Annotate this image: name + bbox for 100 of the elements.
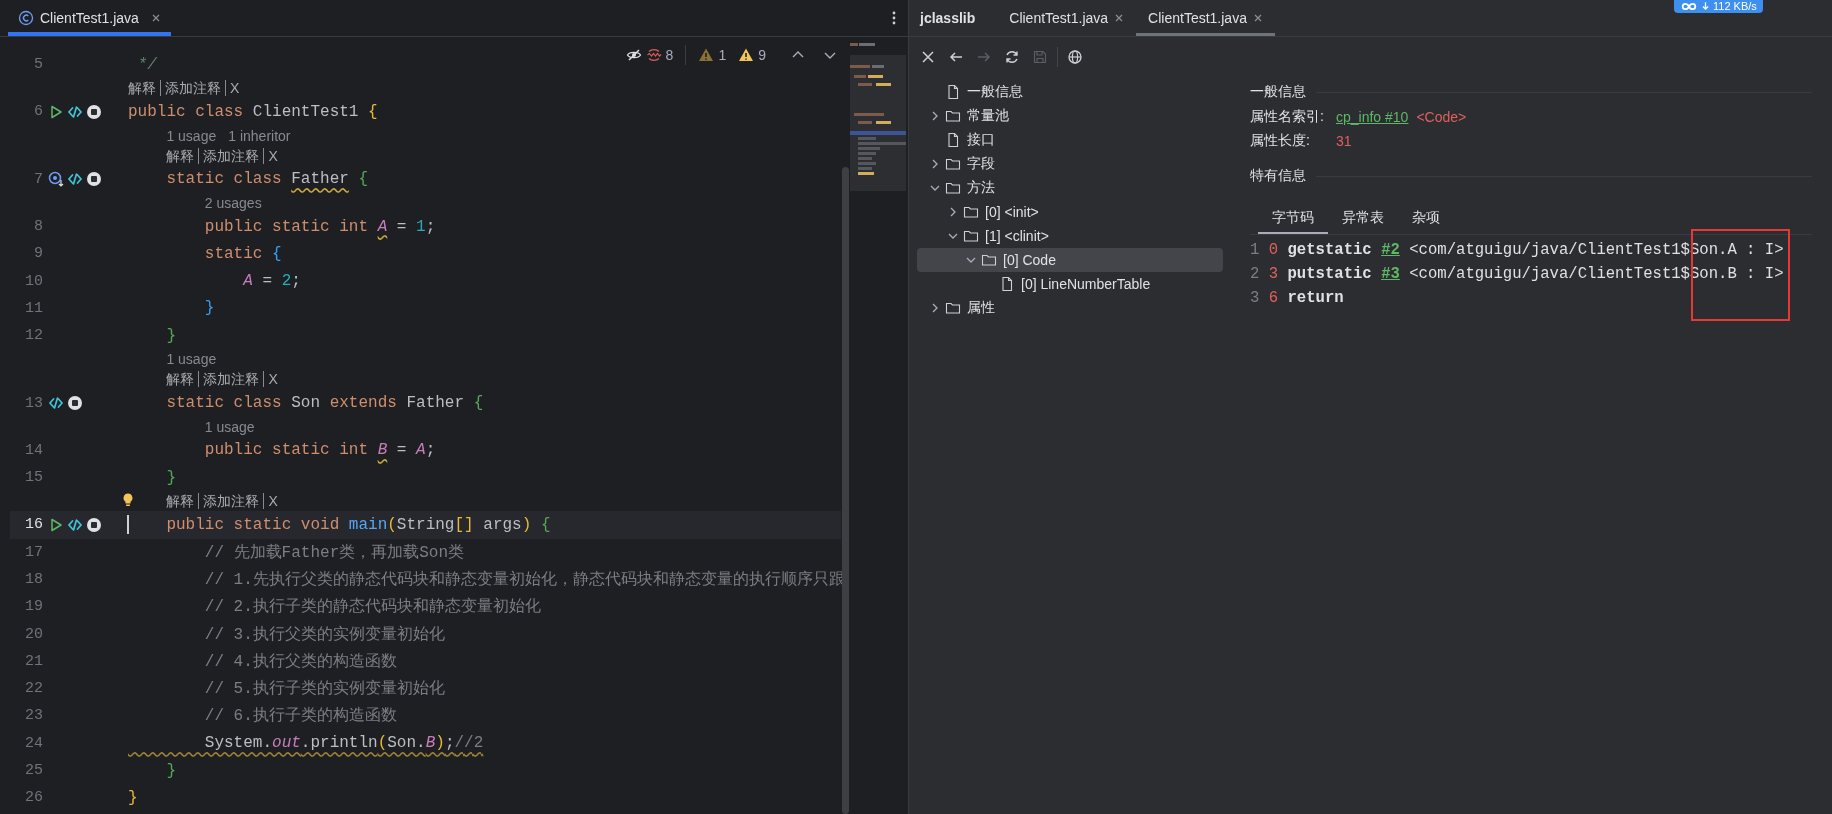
details-tab[interactable]: 异常表 [1328,203,1398,234]
more-icon[interactable] [892,10,896,26]
code-brackets-icon[interactable] [67,171,83,188]
code-line: public class ClientTest1 { [128,102,378,121]
refresh-icon[interactable] [1004,49,1020,65]
close-icon[interactable] [920,49,936,65]
line-number: 14 [24,441,43,459]
folder-icon [945,300,961,316]
line-number: 22 [24,680,43,698]
code-line: public static int B = A; [203,441,436,460]
close-icon[interactable] [1114,13,1125,23]
scrollbar-thumb[interactable] [842,167,849,814]
tree-item[interactable]: 字段 [917,152,1223,176]
inlay-action[interactable]: 添加注释 [198,147,264,164]
line-number: 10 [24,272,43,290]
code-line: public static void main(String[] args) { [165,515,551,534]
usage-hint[interactable]: 1 usage [166,351,217,368]
line-number: 24 [24,734,43,752]
tree-item[interactable]: 常量池 [917,104,1223,128]
inlay-action[interactable]: X [263,147,282,164]
line-number: 8 [33,218,43,236]
line-number: 7 [33,170,43,188]
field-link[interactable]: cp_info #10 [1336,109,1409,125]
inlay-action[interactable]: 解释 [166,493,199,510]
inlay-action[interactable]: X [225,80,244,97]
inlay-action[interactable]: X [263,493,282,510]
tool-window-title: jclasslib [918,10,977,26]
code-comment: // 3.执行父类的实例变量初始化 [203,624,445,645]
run-icon[interactable] [48,516,64,533]
code-brackets-icon[interactable] [48,395,64,411]
usage-hint[interactable]: 1 inheritor [228,127,291,144]
field-label: 属性名索引: [1250,108,1325,126]
text-caret [127,515,129,535]
tree-item[interactable]: 一般信息 [917,80,1223,104]
tree-item[interactable]: [0] <init> [917,200,1223,224]
line-number: 3 [1250,289,1260,307]
tree-item[interactable]: 方法 [917,176,1223,200]
error-count: 8 [665,47,674,63]
inlay-action[interactable]: 解释 [166,147,199,164]
details-tab[interactable]: 杂项 [1398,203,1454,234]
code-brackets-icon[interactable] [67,516,83,533]
bytecode-offset: 0 [1268,241,1279,259]
code-comment: // 5.执行子类的实例变量初始化 [203,678,445,700]
tree-item[interactable]: [1] <clinit> [917,224,1223,248]
eye-slash-icon[interactable] [625,47,642,63]
run-icon[interactable] [48,103,64,120]
constant-pool-link[interactable]: #3 [1381,265,1400,283]
field-value: <Code> [1416,109,1467,125]
usage-hint[interactable]: 2 usages [204,194,262,211]
file-tab[interactable]: ClientTest1.java [997,0,1137,36]
code-line: } [165,468,176,487]
code-comment: // 4.执行父类的构造函数 [203,651,397,672]
code-brackets-icon[interactable] [67,103,83,120]
infinity-icon [1680,2,1698,11]
square-circle-icon[interactable] [67,395,83,411]
inlay-action[interactable]: X [263,371,282,388]
error-squiggle-icon[interactable] [645,47,662,63]
usage-hint[interactable]: 1 usage [166,127,217,144]
line-number: 15 [24,469,43,487]
tree-item[interactable]: [0] LineNumberTable [917,272,1223,296]
code-line: static class Father { [165,170,369,189]
file-tab[interactable]: ClientTest1.java [1136,0,1275,36]
line-number: 12 [24,327,43,345]
bytecode-opcode: return [1287,289,1344,307]
speed-label: 112 KB/s [1713,0,1757,13]
square-circle-icon[interactable] [86,103,102,120]
constant-pool-link[interactable]: #2 [1381,241,1400,259]
inlay-action[interactable]: 添加注释 [160,80,225,97]
inlay-action[interactable]: 添加注释 [198,371,264,388]
code-line: static class Son extends Father { [165,394,484,412]
inlay-action[interactable]: 解释 [128,80,160,97]
code-line: public static int A = 1; [203,217,436,236]
square-circle-icon[interactable] [86,516,102,533]
file-icon [999,276,1015,292]
details-tab[interactable]: 字节码 [1258,203,1328,234]
globe-icon[interactable] [1067,49,1083,65]
line-number: 21 [24,652,43,670]
tree-item[interactable]: [0] Code [917,248,1223,272]
line-number: 5 [33,56,43,74]
code-line: System.out.println(Son.B);//2 [203,734,484,753]
file-icon [945,132,961,148]
tree-item[interactable]: 属性 [917,296,1223,320]
inlay-action[interactable]: 解释 [166,371,199,388]
line-number: 20 [24,625,43,643]
section-header: 特有信息 [1250,167,1306,185]
square-circle-icon[interactable] [86,171,102,188]
close-icon[interactable] [150,13,161,23]
weak-warning-count: 1 [718,47,727,63]
folder-icon [963,228,979,244]
minimap-drawing[interactable] [850,41,906,191]
section-header: 一般信息 [1250,83,1306,101]
bytecode-opcode: getstatic [1287,241,1372,259]
editor-tab[interactable]: ClientTest1.java [8,0,171,36]
tree-item[interactable]: 接口 [917,128,1223,152]
usage-hint[interactable]: 1 usage [204,418,255,435]
line-number: 1 [1250,241,1260,259]
inlay-action[interactable]: 添加注释 [198,493,264,510]
bytecode-offset: 3 [1268,265,1279,283]
warning-icon[interactable] [738,47,755,63]
close-icon[interactable] [1252,13,1263,23]
